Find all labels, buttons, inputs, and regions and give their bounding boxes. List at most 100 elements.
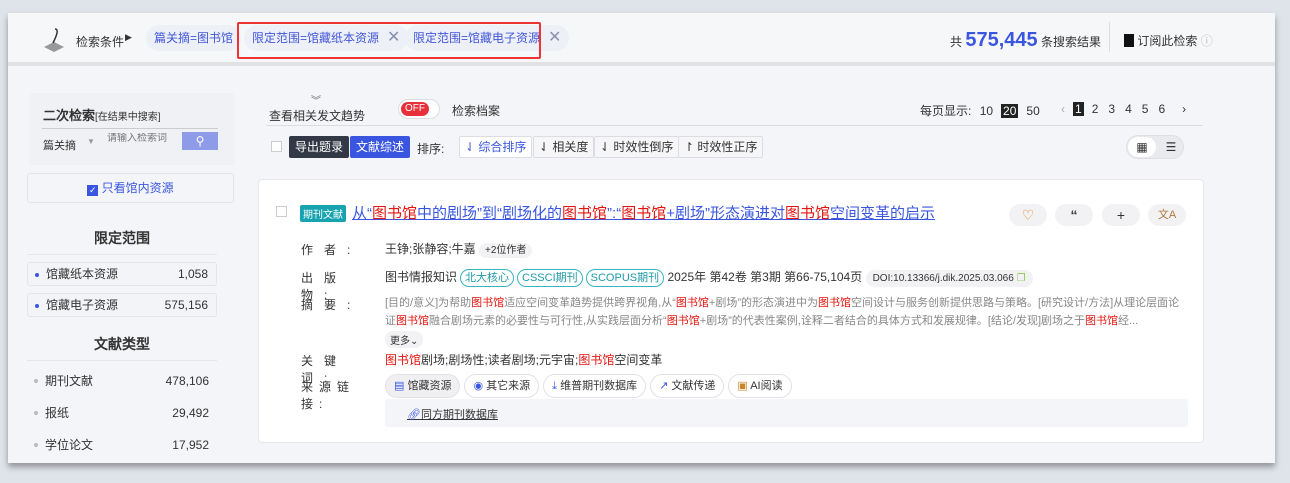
text-segment: 适应空间变革趋势提供跨界视角,从“ bbox=[504, 297, 676, 309]
database-link[interactable]: 🔗︎同方期刊数据库 bbox=[407, 406, 498, 422]
conditions-label: 检索条件 bbox=[76, 35, 125, 49]
doc-type-item[interactable]: 学位论文 17,952 bbox=[27, 434, 217, 456]
sort-option[interactable]: ⇃ 综合排序 bbox=[459, 136, 533, 158]
author-label: 作者: bbox=[301, 243, 362, 257]
add-icon[interactable]: + bbox=[1102, 204, 1140, 226]
export-button[interactable]: 导出题录 bbox=[289, 136, 350, 158]
page-number[interactable]: 4 bbox=[1123, 102, 1134, 116]
page-number[interactable]: 2 bbox=[1090, 102, 1101, 116]
per-page-option[interactable]: 10 bbox=[978, 104, 995, 118]
doc-type-label: 报纸 bbox=[45, 406, 70, 420]
expand-arrow-icon[interactable]: ▶ bbox=[125, 32, 132, 43]
highlight-term: 图书馆 bbox=[385, 353, 422, 367]
library-icon: ▤ bbox=[394, 380, 405, 392]
highlight-box bbox=[237, 22, 541, 59]
sort-option[interactable]: ⇃ 相关度 bbox=[533, 136, 595, 158]
highlight-term: 图书馆 bbox=[562, 205, 608, 222]
cite-icon[interactable]: “ bbox=[1055, 204, 1093, 226]
source-link[interactable]: ⤓ 维普期刊数据库 bbox=[543, 374, 647, 398]
text-segment: ”:“ bbox=[607, 205, 622, 222]
doc-type-item[interactable]: 报纸 29,492 bbox=[27, 402, 217, 424]
index-tag: 北大核心 bbox=[460, 269, 515, 287]
text-segment: +剧场”形态演进对 bbox=[666, 205, 785, 222]
per-page-option[interactable]: 20 bbox=[1001, 104, 1019, 118]
scope-label: 馆藏电子资源 bbox=[46, 298, 119, 312]
scope-item[interactable]: 馆藏电子资源 575,156 bbox=[27, 293, 217, 317]
sort-option-label: 相关度 bbox=[552, 140, 589, 154]
subscribe-label: 订阅此检索 bbox=[1137, 34, 1198, 48]
result-checkbox[interactable] bbox=[276, 206, 287, 217]
page-number[interactable]: 6 bbox=[1156, 102, 1167, 116]
condition-chip[interactable]: 篇关摘=图书馆 bbox=[146, 25, 242, 51]
secondary-search: 二次检索[在结果中搜索] 篇关摘 ▼ ⚲ bbox=[29, 93, 235, 165]
doc-type-count: 478,106 bbox=[165, 374, 209, 388]
toggle-state: OFF bbox=[401, 102, 429, 116]
text-segment: 空间变革的启示 bbox=[830, 205, 936, 222]
globe-icon: ◉ bbox=[473, 380, 484, 392]
checkbox-checked-icon[interactable]: ✓ bbox=[87, 185, 99, 196]
source-link[interactable]: ↗ 文献传递 bbox=[650, 374, 725, 398]
result-count: 共 575,445 条搜索结果 bbox=[950, 29, 1101, 52]
text-segment: +剧场”的形态演进中为 bbox=[708, 297, 818, 309]
close-icon[interactable]: ✕ bbox=[548, 29, 561, 46]
authors: 王铮;张静容;牛嘉 +2位作者 bbox=[385, 240, 533, 258]
quill-logo-icon bbox=[40, 25, 68, 55]
favorite-icon[interactable]: ♡ bbox=[1009, 204, 1047, 226]
ai-read-icon: ▣ bbox=[737, 380, 748, 392]
sort-option[interactable]: ↾ 时效性正序 bbox=[678, 136, 764, 158]
select-all-checkbox[interactable] bbox=[271, 141, 282, 152]
result-title-link[interactable]: 从“图书馆中的剧场”到“剧场化的图书馆”:“图书馆+剧场”形态演进对图书馆空间变… bbox=[352, 202, 935, 223]
secondary-search-title: 二次检索 bbox=[43, 108, 96, 123]
download-icon: ⤓ bbox=[552, 380, 558, 392]
search-input[interactable] bbox=[107, 133, 181, 144]
index-tag: SCOPUS期刊 bbox=[585, 269, 665, 287]
abstract-text: [目的/意义]为帮助图书馆适应空间变革趋势提供跨界视角,从“图书馆+剧场”的形态… bbox=[385, 294, 1185, 330]
doc-type-item[interactable]: 期刊文献 478,106 bbox=[27, 370, 217, 392]
author-list[interactable]: 王铮;张静容;牛嘉 bbox=[385, 242, 476, 256]
doc-type-count: 17,952 bbox=[172, 438, 209, 452]
chip-label: 篇关摘=图书馆 bbox=[154, 31, 234, 45]
source-link[interactable]: ▣ AI阅读 bbox=[728, 374, 792, 398]
highlight-term: 图书馆 bbox=[578, 353, 615, 367]
page-number[interactable]: 3 bbox=[1106, 102, 1117, 116]
sort-option[interactable]: ⇃ 时效性倒序 bbox=[594, 136, 680, 158]
page-number[interactable]: 1 bbox=[1073, 102, 1084, 116]
doc-type-label: 学位论文 bbox=[45, 438, 94, 452]
list-view-icon[interactable]: ☰ bbox=[1158, 137, 1184, 157]
per-page-option[interactable]: 50 bbox=[1024, 104, 1041, 118]
source-label: 文献传递 bbox=[671, 380, 716, 392]
journal-name[interactable]: 图书情报知识 bbox=[385, 270, 457, 284]
source-link[interactable]: ◉ 其它来源 bbox=[464, 374, 540, 398]
pagination: ‹ 1 2 3 4 5 6 › bbox=[1056, 102, 1191, 116]
source-label: AI阅读 bbox=[750, 380, 783, 392]
text-segment: 经... bbox=[1118, 315, 1139, 327]
links-label: 来源链接: bbox=[301, 380, 356, 411]
copy-icon[interactable]: ❐ bbox=[1017, 273, 1026, 284]
scope-count: 1,058 bbox=[177, 267, 208, 281]
more-authors-button[interactable]: +2位作者 bbox=[479, 243, 533, 258]
scope-item[interactable]: 馆藏纸本资源 1,058 bbox=[27, 262, 217, 286]
keywords: 图书馆剧场;剧场性;读者剧场;元宇宙;图书馆空间变革 bbox=[385, 351, 662, 368]
archive-toggle[interactable]: OFF bbox=[398, 99, 440, 119]
next-page-icon[interactable]: › bbox=[1180, 102, 1188, 116]
highlight-term: 图书馆 bbox=[1085, 315, 1119, 327]
only-library-toggle[interactable]: ✓ 只看馆内资源 bbox=[27, 173, 234, 203]
grid-view-icon[interactable]: ▦ bbox=[1128, 137, 1156, 157]
search-button[interactable]: ⚲ bbox=[182, 132, 218, 150]
trend-link[interactable]: 查看相关发文趋势 bbox=[269, 107, 365, 124]
doi-text: DOI:10.13366/j.dik.2025.03.066 bbox=[872, 273, 1014, 284]
issue-info: 2025年 第42卷 第3期 第66-75,104页 bbox=[667, 270, 863, 284]
page-number[interactable]: 5 bbox=[1140, 102, 1151, 116]
prev-page-icon[interactable]: ‹ bbox=[1059, 102, 1067, 116]
translate-icon[interactable]: 文A bbox=[1148, 204, 1186, 226]
secondary-search-subtitle: [在结果中搜索] bbox=[95, 112, 161, 123]
scope-title: 限定范围 bbox=[27, 228, 217, 255]
more-button[interactable]: 更多⌄ bbox=[385, 331, 424, 348]
doc-type-label: 期刊文献 bbox=[45, 374, 94, 388]
expand-chevron-icon[interactable]: ︾ bbox=[311, 92, 321, 107]
subscribe-button[interactable]: 订阅此检索 ⓘ bbox=[1124, 32, 1213, 49]
dropdown-icon[interactable]: ▼ bbox=[87, 137, 95, 146]
source-link[interactable]: ▤ 馆藏资源 bbox=[385, 374, 461, 398]
review-button[interactable]: 文献综述 bbox=[350, 136, 411, 158]
field-select[interactable]: 篇关摘 bbox=[43, 137, 76, 153]
